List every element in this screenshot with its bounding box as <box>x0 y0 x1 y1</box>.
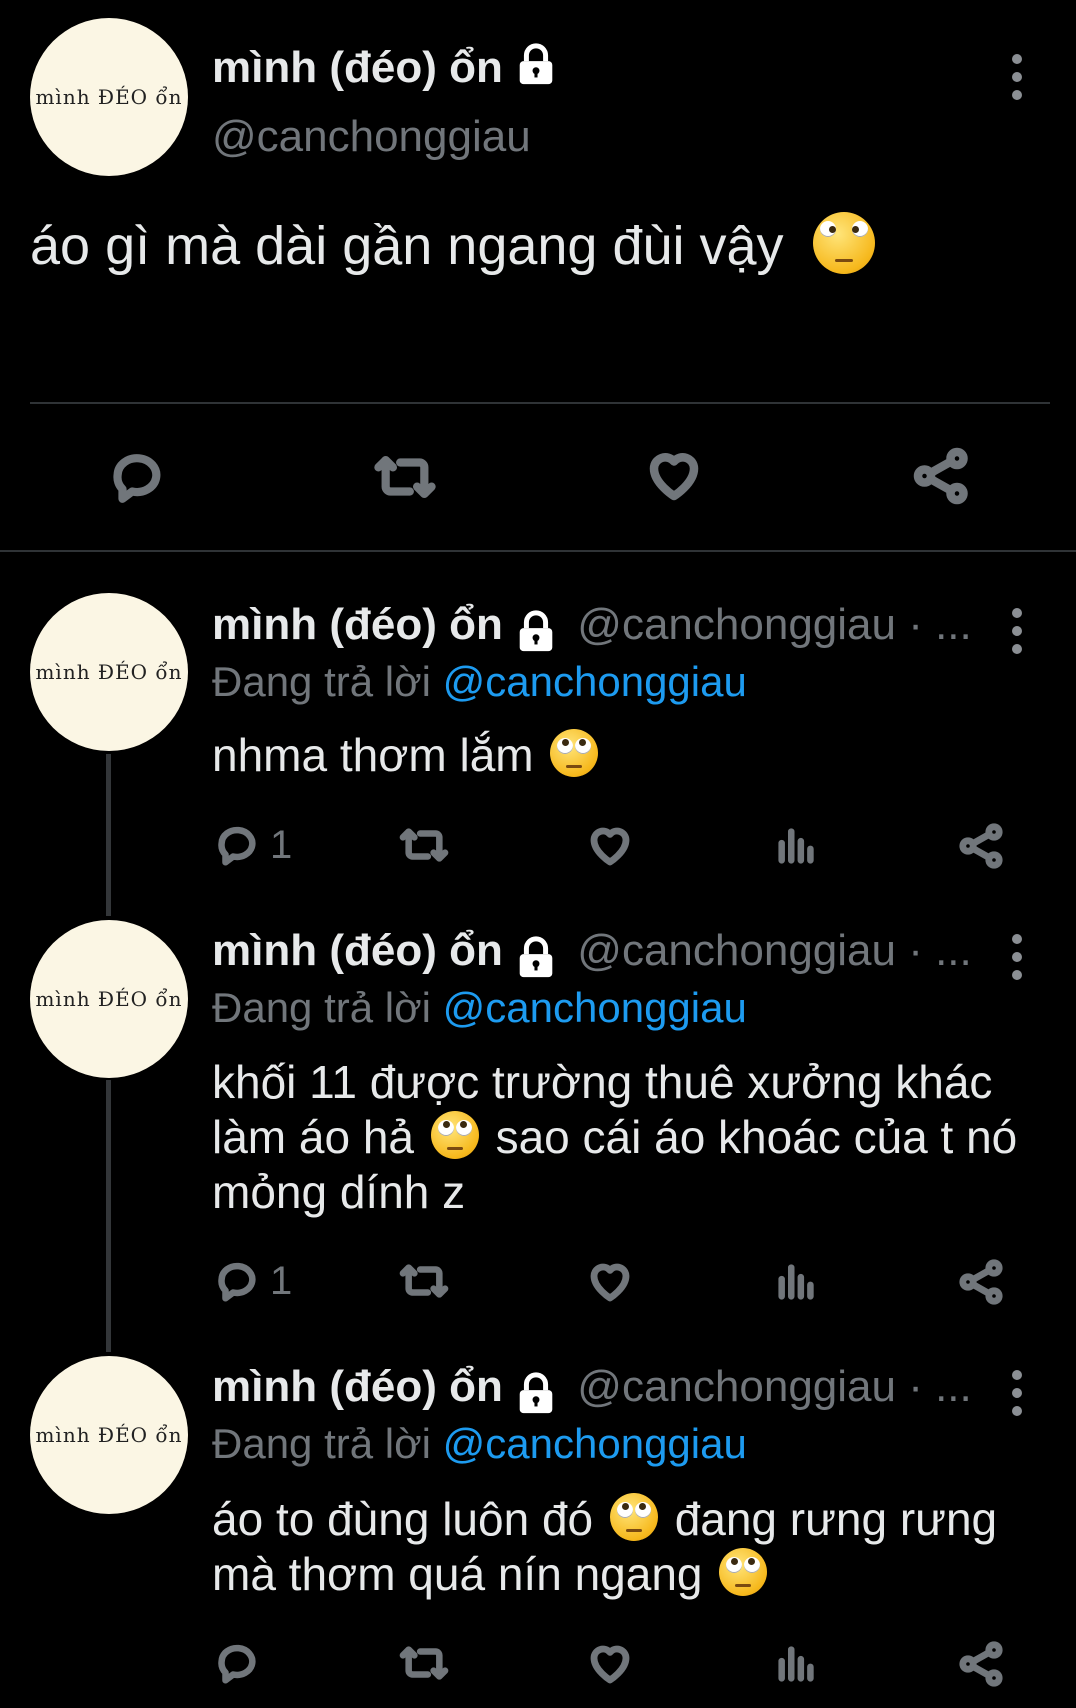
views-button[interactable] <box>774 822 820 868</box>
avatar-text: mình ĐÉO ổn <box>35 85 183 109</box>
share-button[interactable] <box>958 822 1006 870</box>
views-button[interactable] <box>774 1640 820 1686</box>
avatar-text: mình ĐÉO ổn <box>35 987 183 1011</box>
section-divider <box>0 550 1076 552</box>
more-options-icon[interactable] <box>1012 934 1024 988</box>
like-button[interactable] <box>586 822 634 870</box>
reply-text: nhma thơm lắm <box>212 728 602 783</box>
reply-icon <box>218 1644 256 1684</box>
reply-header: mình (đéo) ổn @canchonggiau · ... <box>212 600 972 660</box>
reply-button[interactable] <box>108 448 166 506</box>
thread-line <box>106 1080 111 1352</box>
display-name[interactable]: mình (đéo) ổn <box>212 1362 503 1411</box>
retweet-icon <box>399 1264 449 1298</box>
display-name[interactable]: mình (đéo) ổn <box>212 926 503 975</box>
display-name[interactable]: mình (đéo) ổn <box>212 42 559 99</box>
reply-count: 1 <box>270 1258 293 1303</box>
reply-button[interactable]: 1 <box>214 1258 292 1304</box>
reply-header: mình (đéo) ổn @canchonggiau · ... <box>212 1362 972 1422</box>
share-button[interactable] <box>912 446 972 506</box>
mention-link[interactable]: @canchonggiau <box>443 658 747 705</box>
mention-link[interactable]: @canchonggiau <box>443 1420 747 1467</box>
mention-link[interactable]: @canchonggiau <box>443 984 747 1031</box>
thread-line <box>106 754 111 916</box>
retweet-icon <box>374 455 436 499</box>
retweet-icon <box>399 1646 449 1680</box>
lock-icon <box>513 609 559 660</box>
like-button[interactable] <box>644 446 704 506</box>
share-icon <box>959 1641 1003 1687</box>
retweet-button[interactable] <box>396 1640 452 1686</box>
more-options-icon[interactable] <box>1012 1370 1024 1424</box>
share-button[interactable] <box>958 1258 1006 1306</box>
tweet-text: áo gì mà dài gần ngang đùi vậy <box>30 212 879 278</box>
reply-button[interactable] <box>214 1640 260 1686</box>
avatar[interactable]: mình ĐÉO ổn <box>30 593 188 751</box>
replying-to: Đang trả lời @canchonggiau <box>212 984 747 1031</box>
more-options-icon[interactable] <box>1012 608 1024 662</box>
handle[interactable]: @canchonggiau · ... <box>577 600 971 649</box>
rolling-eyes-emoji <box>550 729 599 777</box>
reply-button[interactable]: 1 <box>214 822 292 868</box>
heart-icon <box>590 1263 630 1302</box>
heart-icon <box>590 1645 630 1684</box>
reply-count: 1 <box>270 822 293 867</box>
handle[interactable]: @canchonggiau · ... <box>577 926 971 975</box>
reply-icon <box>218 826 256 866</box>
like-button[interactable] <box>586 1258 634 1306</box>
display-name[interactable]: mình (đéo) ổn <box>212 600 503 649</box>
reply-text: khối 11 được trường thuê xưởng khác làm … <box>212 1056 1018 1218</box>
replying-to: Đang trả lời @canchonggiau <box>212 658 747 705</box>
avatar-text: mình ĐÉO ổn <box>35 660 183 684</box>
share-button[interactable] <box>958 1640 1006 1688</box>
retweet-button[interactable] <box>396 822 452 868</box>
avatar[interactable]: mình ĐÉO ổn <box>30 18 188 176</box>
share-icon <box>959 1259 1003 1305</box>
rolling-eyes-emoji <box>609 1493 658 1541</box>
reply-header: mình (đéo) ổn @canchonggiau · ... <box>212 926 972 986</box>
retweet-button[interactable] <box>396 1258 452 1304</box>
divider <box>30 402 1050 404</box>
retweet-button[interactable] <box>370 448 440 506</box>
rolling-eyes-emoji <box>719 1548 768 1596</box>
heart-icon <box>590 827 630 866</box>
rolling-eyes-emoji <box>430 1111 479 1159</box>
analytics-icon <box>778 1646 814 1682</box>
lock-icon <box>513 1371 559 1422</box>
share-icon <box>959 823 1003 869</box>
lock-icon <box>513 935 559 986</box>
heart-icon <box>649 453 699 501</box>
views-button[interactable] <box>774 1258 820 1304</box>
avatar-text: mình ĐÉO ổn <box>35 1423 183 1447</box>
like-button[interactable] <box>586 1640 634 1688</box>
analytics-icon <box>778 828 814 864</box>
replying-to: Đang trả lời @canchonggiau <box>212 1420 747 1467</box>
reply-icon <box>218 1262 256 1302</box>
handle[interactable]: @canchonggiau <box>212 112 531 162</box>
lock-icon <box>513 42 559 99</box>
analytics-icon <box>778 1264 814 1300</box>
handle[interactable]: @canchonggiau · ... <box>577 1362 971 1411</box>
avatar[interactable]: mình ĐÉO ổn <box>30 920 188 1078</box>
share-icon <box>913 447 968 505</box>
retweet-icon <box>399 828 449 862</box>
reply-icon <box>113 454 161 503</box>
more-options-icon[interactable] <box>1012 54 1024 108</box>
reply-text: áo to đùng luôn đó đang rưng rưng mà thơ… <box>212 1493 998 1600</box>
rolling-eyes-emoji <box>812 212 875 274</box>
avatar[interactable]: mình ĐÉO ổn <box>30 1356 188 1514</box>
